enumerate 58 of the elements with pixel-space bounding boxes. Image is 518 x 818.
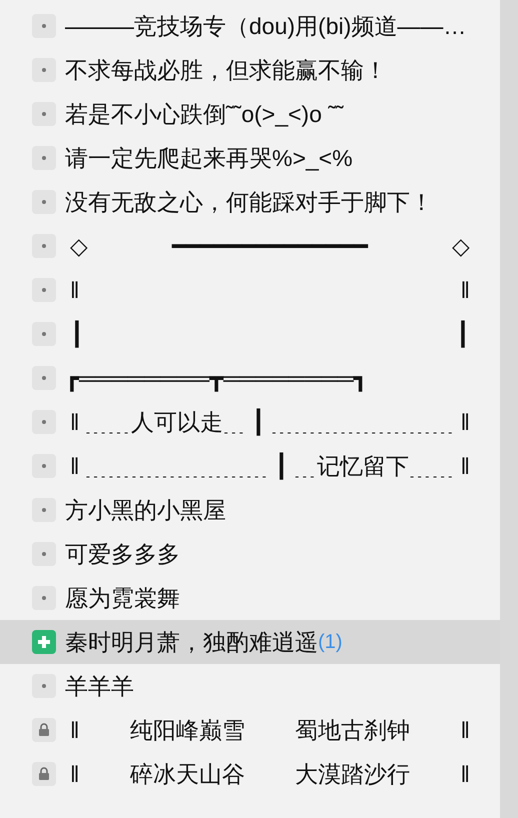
channel-row[interactable]: ◇ ━━━━━━━━━━━━━━ ◇ — [0, 224, 500, 268]
channel-name: 愿为霓裳舞 — [65, 586, 180, 610]
channel-row[interactable]: 请一定先爬起来再哭%>_<% — [0, 136, 500, 180]
channel-name: ‖ — [70, 718, 80, 742]
channel-row[interactable]: ‖ 纯阳峰巅雪 蜀地古刹钟 ‖ — [0, 708, 500, 752]
channel-row[interactable]: 愿为霓裳舞 — [0, 576, 500, 620]
channel-name: 请一定先爬起来再哭%>_<% — [65, 146, 353, 170]
channel-name: ﹍记忆留下﹍﹍ — [294, 454, 455, 478]
channel-name: ‖ — [460, 278, 470, 302]
channel-name: 不求每战必胜，但求能赢不输！ — [65, 58, 387, 82]
channel-name: ‖ — [460, 454, 470, 478]
channel-name: 大漠踏沙行 — [295, 762, 410, 786]
lock-icon — [32, 718, 56, 742]
channel-name: ┃ — [274, 454, 288, 478]
channel-name: 可爱多多多 — [65, 542, 180, 566]
channel-name: 羊羊羊 — [65, 674, 134, 698]
channel-row[interactable]: ┏════════┳════════┓ — [0, 356, 500, 400]
channel-name: 没有无敌之心，何能踩对手于脚下！ — [65, 190, 433, 214]
channel-name: 蜀地古刹钟 — [295, 718, 410, 742]
channel-name: ‖ — [70, 762, 80, 786]
channel-name: ┏════════┳════════┓ — [65, 366, 368, 390]
channel-row[interactable]: ┃ ┃ — [0, 312, 500, 356]
channel-name: ┃ — [251, 410, 266, 434]
channel-name: ———竞技场专（dou)用(bi)频道——… — [65, 14, 466, 38]
channel-name: ﹍﹍﹍﹍﹍﹍﹍﹍ — [85, 454, 269, 478]
channel-name: ﹍﹍﹍﹍﹍﹍﹍﹍ — [270, 410, 455, 434]
channel-name: 碎冰天山谷 — [130, 762, 245, 786]
channel-name: ━━━━━━━━━━━━━━ — [172, 234, 368, 258]
channel-row[interactable]: ‖ ﹍﹍人可以走﹍ ┃ ﹍﹍﹍﹍﹍﹍﹍﹍ ‖ — [0, 400, 500, 444]
channel-row[interactable]: ‖ ‖ — [0, 268, 500, 312]
unread-count: (1) — [318, 632, 342, 652]
channel-row[interactable]: 没有无敌之心，何能踩对手于脚下！ — [0, 180, 500, 224]
channel-row[interactable]: 可爱多多多 — [0, 532, 500, 576]
channel-row[interactable]: ———竞技场专（dou)用(bi)频道——… — [0, 4, 500, 48]
channel-name: ┃ — [456, 322, 470, 346]
channel-row[interactable]: 羊羊羊 — [0, 664, 500, 708]
channel-name: 纯阳峰巅雪 — [130, 718, 245, 742]
channel-name: ◇ — [452, 234, 470, 258]
channel-name: ‖ — [460, 718, 470, 742]
lock-icon — [32, 762, 56, 786]
channel-row[interactable]: 若是不小心跌倒˜˜o(>_<)o ˜˜ — [0, 92, 500, 136]
channel-row[interactable]: 方小黑的小黑屋 — [0, 488, 500, 532]
channel-name: ‖ — [70, 454, 80, 478]
channel-name: ‖ — [460, 410, 470, 434]
channel-name: 秦时明月萧，独酌难逍遥 — [65, 630, 318, 654]
channel-row[interactable]: 秦时明月萧，独酌难逍遥(1) — [0, 620, 500, 664]
channel-row[interactable]: ‖ ﹍﹍﹍﹍﹍﹍﹍﹍ ┃ ﹍记忆留下﹍﹍ ‖ — [0, 444, 500, 488]
channel-name: 若是不小心跌倒˜˜o(>_<)o ˜˜ — [65, 102, 344, 126]
channel-name: ‖ — [70, 278, 80, 302]
channel-name: ‖ — [70, 410, 80, 434]
channel-name: ﹍﹍人可以走﹍ — [85, 410, 246, 434]
channel-name: ◇ — [70, 234, 88, 258]
channel-name: ┃ — [70, 322, 84, 346]
channel-name: ‖ — [460, 762, 470, 786]
plus-icon — [32, 630, 56, 654]
channel-name: 方小黑的小黑屋 — [65, 498, 226, 522]
channel-row[interactable]: ‖ 碎冰天山谷 大漠踏沙行 ‖ — [0, 752, 500, 796]
channel-row[interactable]: 不求每战必胜，但求能赢不输！ — [0, 48, 500, 92]
